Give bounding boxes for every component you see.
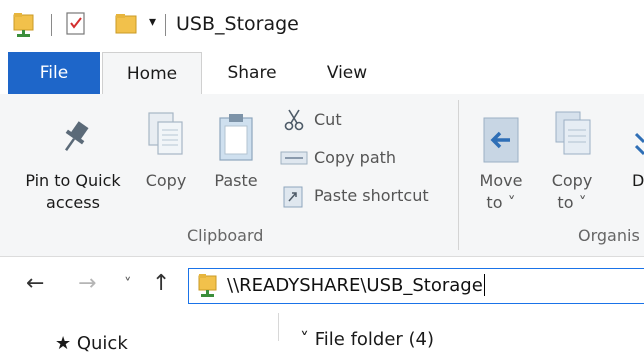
address-bar-row: ← → ˅ ↑ \\READYSHARE\USB_Storage xyxy=(0,257,644,313)
organize-group-label: Organis xyxy=(578,226,640,245)
up-button[interactable]: ↑ xyxy=(152,271,170,297)
delete-label: D xyxy=(632,171,644,190)
tab-share[interactable]: Share xyxy=(210,52,294,94)
paste-shortcut-button[interactable]: Paste shortcut xyxy=(276,182,446,210)
copy-path-label: Copy path xyxy=(314,148,397,167)
title-bar: ▾ USB_Storage xyxy=(0,0,644,52)
cut-label: Cut xyxy=(314,110,342,129)
copy-button[interactable]: Copy xyxy=(138,104,194,216)
content-area: ★ Quick ˅ File folder (4) xyxy=(0,313,644,354)
copy-label: Copy xyxy=(145,171,187,190)
text-caret xyxy=(484,274,485,296)
delete-button[interactable]: D xyxy=(616,104,644,216)
file-folder-group-header[interactable]: ˅ File folder (4) xyxy=(300,329,434,350)
tab-view[interactable]: View xyxy=(305,52,389,94)
copy-to-label-line1: Copy xyxy=(551,171,593,190)
customize-quick-access-icon[interactable]: ▾ xyxy=(149,14,156,30)
pane-separator xyxy=(278,313,279,341)
group-separator xyxy=(458,100,459,250)
window-title: USB_Storage xyxy=(176,13,299,35)
copy-icon xyxy=(148,112,183,155)
pin-label-line2: access xyxy=(46,193,100,212)
pin-icon xyxy=(65,121,89,151)
cut-icon xyxy=(284,109,304,131)
address-bar[interactable]: \\READYSHARE\USB_Storage xyxy=(188,268,644,304)
ribbon: Pin to Quick access Copy Paste Cut Copy … xyxy=(0,94,644,257)
pin-label-line1: Pin to Quick xyxy=(25,171,121,190)
copy-to-icon xyxy=(555,111,591,155)
clipboard-group-label: Clipboard xyxy=(187,226,264,245)
paste-shortcut-icon xyxy=(283,186,303,208)
title-separator xyxy=(165,14,166,36)
copy-path-button[interactable]: Copy path xyxy=(276,144,446,172)
tab-file[interactable]: File xyxy=(8,52,100,94)
tab-home[interactable]: Home xyxy=(102,52,202,96)
new-folder-icon[interactable] xyxy=(115,11,139,37)
ribbon-tabs: File Home Share View xyxy=(0,52,644,96)
delete-icon xyxy=(634,132,644,156)
copy-path-icon xyxy=(280,151,308,165)
move-to-label-line2: to ˅ xyxy=(486,193,516,212)
paste-shortcut-label: Paste shortcut xyxy=(314,186,429,205)
move-to-button[interactable]: Move to ˅ xyxy=(472,104,530,216)
back-button[interactable]: ← xyxy=(26,271,44,297)
move-to-label-line1: Move xyxy=(479,171,523,190)
copy-to-button[interactable]: Copy to ˅ xyxy=(540,104,604,216)
network-folder-icon xyxy=(198,274,217,297)
cut-button[interactable]: Cut xyxy=(276,106,446,134)
forward-button[interactable]: → xyxy=(78,271,96,297)
move-to-icon xyxy=(483,117,519,163)
title-separator xyxy=(51,14,52,36)
pin-to-quick-access-button[interactable]: Pin to Quick access xyxy=(14,104,132,216)
paste-label: Paste xyxy=(214,171,258,190)
recent-locations-button[interactable]: ˅ xyxy=(124,271,132,297)
folder-icon[interactable] xyxy=(13,11,35,39)
paste-icon xyxy=(219,114,253,161)
nav-pane-quick-access[interactable]: ★ Quick xyxy=(55,333,128,354)
paste-button[interactable]: Paste xyxy=(206,104,266,216)
copy-to-label-line2: to ˅ xyxy=(557,193,587,212)
address-path[interactable]: \\READYSHARE\USB_Storage xyxy=(227,275,483,296)
properties-icon[interactable] xyxy=(65,11,87,37)
